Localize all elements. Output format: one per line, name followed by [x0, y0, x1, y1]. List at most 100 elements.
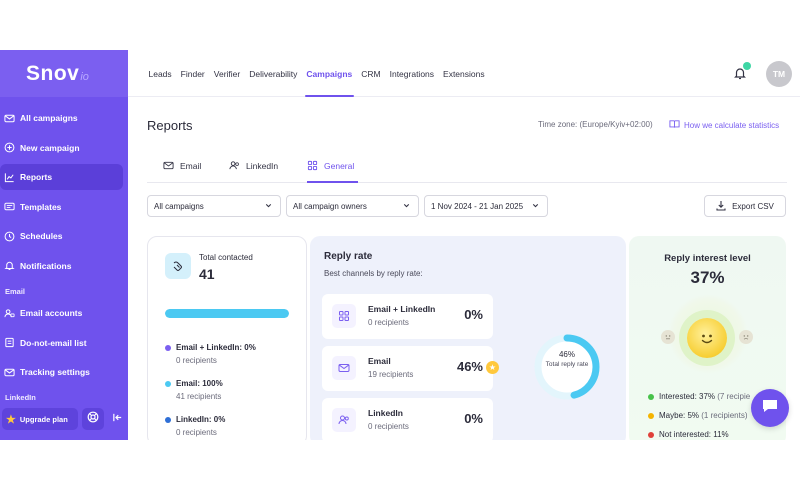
sidebar-item-label: Reports: [20, 172, 53, 182]
accounts-icon: [4, 308, 15, 319]
nav-extensions[interactable]: Extensions: [439, 50, 490, 97]
how-we-calculate-link[interactable]: How we calculate statistics: [669, 119, 779, 131]
reply-rate-subtitle: Best channels by reply rate:: [324, 269, 423, 278]
select-value: 1 Nov 2024 - 21 Jan 2025: [431, 201, 524, 211]
app-window: Snov io All campaigns New campaign Repor…: [0, 50, 800, 440]
mail-icon: [163, 160, 174, 173]
channel-name: Email + LinkedIn: [368, 304, 436, 314]
legend-title: Email + LinkedIn: 0%: [176, 343, 256, 352]
mail-icon: [4, 113, 15, 124]
sidebar-item-do-not-email[interactable]: Do-not-email list: [0, 330, 124, 356]
tab-linkedin[interactable]: LinkedIn: [229, 150, 278, 182]
sidebar-item-all-campaigns[interactable]: All campaigns: [0, 105, 124, 131]
legend-sub: 0 recipients: [176, 428, 217, 437]
legend-sub: 41 recipients: [176, 392, 222, 401]
users-icon: [332, 408, 356, 432]
avatar[interactable]: TM: [766, 61, 792, 87]
legend-interested: Interested: 37% (7 recipie: [648, 392, 750, 401]
tab-label: General: [324, 161, 355, 171]
tab-label: LinkedIn: [246, 161, 279, 171]
list-icon: [4, 337, 15, 348]
date-range-select[interactable]: 1 Nov 2024 - 21 Jan 2025: [424, 195, 548, 217]
grid-icon: [307, 160, 318, 173]
chart-icon: [4, 172, 15, 183]
logo-text: Snov: [26, 61, 80, 85]
sidebar-item-new-campaign[interactable]: New campaign: [0, 135, 124, 161]
sidebar-item-label: Notifications: [20, 260, 72, 271]
sad-face-icon: [739, 330, 753, 344]
channel-recipients: 0 recipients: [368, 422, 409, 431]
top-navigation: Leads Finder Verifier Deliverability Cam…: [128, 50, 800, 97]
collapse-sidebar-button[interactable]: [108, 408, 126, 430]
best-channel-star-icon: ★: [486, 361, 499, 374]
mail-icon: [332, 356, 356, 380]
sidebar-item-schedules[interactable]: Schedules: [0, 223, 124, 249]
nav-leads[interactable]: Leads: [144, 50, 176, 97]
legend-label: Interested: 37%: [659, 392, 716, 401]
legend-sub: 0 recipients: [176, 356, 217, 365]
chat-button[interactable]: [751, 389, 789, 427]
upgrade-plan-button[interactable]: ★ Upgrade plan: [2, 408, 78, 430]
sidebar-item-label: Do-not-email list: [20, 337, 87, 348]
sidebar-item-templates[interactable]: Templates: [0, 194, 124, 220]
total-contacted-label: Total contacted: [199, 253, 253, 262]
owners-select[interactable]: All campaign owners: [286, 195, 419, 217]
tab-email[interactable]: Email: [163, 150, 201, 182]
legend-dot: [648, 412, 654, 419]
nav-crm[interactable]: CRM: [357, 50, 385, 97]
nav-campaigns[interactable]: Campaigns: [302, 50, 357, 97]
chat-icon: [761, 398, 779, 419]
timezone-label: Time zone: (Europe/Kyiv+02:00): [538, 120, 653, 129]
chevron-down-icon: [532, 204, 539, 208]
legend-title: LinkedIn: 0%: [176, 415, 226, 424]
upgrade-label: Upgrade plan: [19, 414, 68, 424]
sidebar-item-label: Email accounts: [20, 308, 83, 318]
channel-row: Email 19 recipients 46% ★: [322, 346, 499, 391]
channel-split-bar-fill: [165, 309, 289, 318]
top-nav-links: Leads Finder Verifier Deliverability Cam…: [144, 50, 489, 97]
legend-title: Email: 100%: [176, 379, 223, 388]
nav-deliverability[interactable]: Deliverability: [245, 50, 302, 97]
legend-dot: [648, 431, 654, 438]
channel-name: Email: [368, 356, 391, 366]
sidebar-item-email-accounts[interactable]: Email accounts: [0, 300, 124, 326]
channel-name: LinkedIn: [368, 408, 403, 418]
book-icon: [669, 119, 680, 131]
nav-verifier[interactable]: Verifier: [209, 50, 244, 97]
support-button[interactable]: [82, 408, 104, 430]
star-icon: ★: [6, 413, 16, 426]
logo[interactable]: Snov io: [0, 50, 128, 97]
legend-dot: [165, 344, 171, 351]
legend-dot: [648, 393, 654, 400]
bell-icon: [4, 260, 15, 271]
clock-icon: [4, 231, 15, 242]
legend-label: Maybe: 5%: [659, 411, 700, 420]
reply-rate-card: Reply rate Best channels by reply rate: …: [310, 236, 626, 440]
sidebar-item-label: Templates: [20, 201, 62, 212]
sidebar-item-label: Tracking settings: [20, 367, 90, 377]
channel-split-bar: [165, 309, 289, 318]
donut-label: Total reply rate: [545, 361, 589, 368]
nav-finder[interactable]: Finder: [176, 50, 209, 97]
export-csv-button[interactable]: Export CSV: [704, 195, 786, 217]
happy-face-icon: [687, 318, 727, 358]
users-icon: [229, 160, 240, 173]
sidebar: Snov io All campaigns New campaign Repor…: [0, 50, 128, 440]
legend-extra: (7 recipie: [715, 392, 751, 401]
sidebar-item-label: All campaigns: [20, 113, 78, 123]
reply-interest-title: Reply interest level: [664, 253, 751, 264]
template-icon: [4, 201, 15, 212]
channel-percentage: 46%: [456, 359, 483, 374]
channel-row: LinkedIn 0 recipients 0%: [322, 398, 493, 440]
how-link-label: How we calculate statistics: [684, 120, 780, 130]
sidebar-nav: All campaigns New campaign Reports Templ…: [0, 105, 128, 407]
tab-general[interactable]: General: [307, 150, 359, 183]
sidebar-item-reports[interactable]: Reports: [0, 164, 123, 190]
campaigns-select[interactable]: All campaigns: [147, 195, 281, 217]
legend-email: Email: 100% 41 recipients: [165, 379, 223, 401]
collapse-icon: [112, 410, 123, 428]
sidebar-item-tracking-settings[interactable]: Tracking settings: [0, 359, 124, 385]
nav-integrations[interactable]: Integrations: [385, 50, 438, 97]
channel-recipients: 0 recipients: [368, 318, 409, 327]
sidebar-item-notifications[interactable]: Notifications: [0, 253, 124, 279]
